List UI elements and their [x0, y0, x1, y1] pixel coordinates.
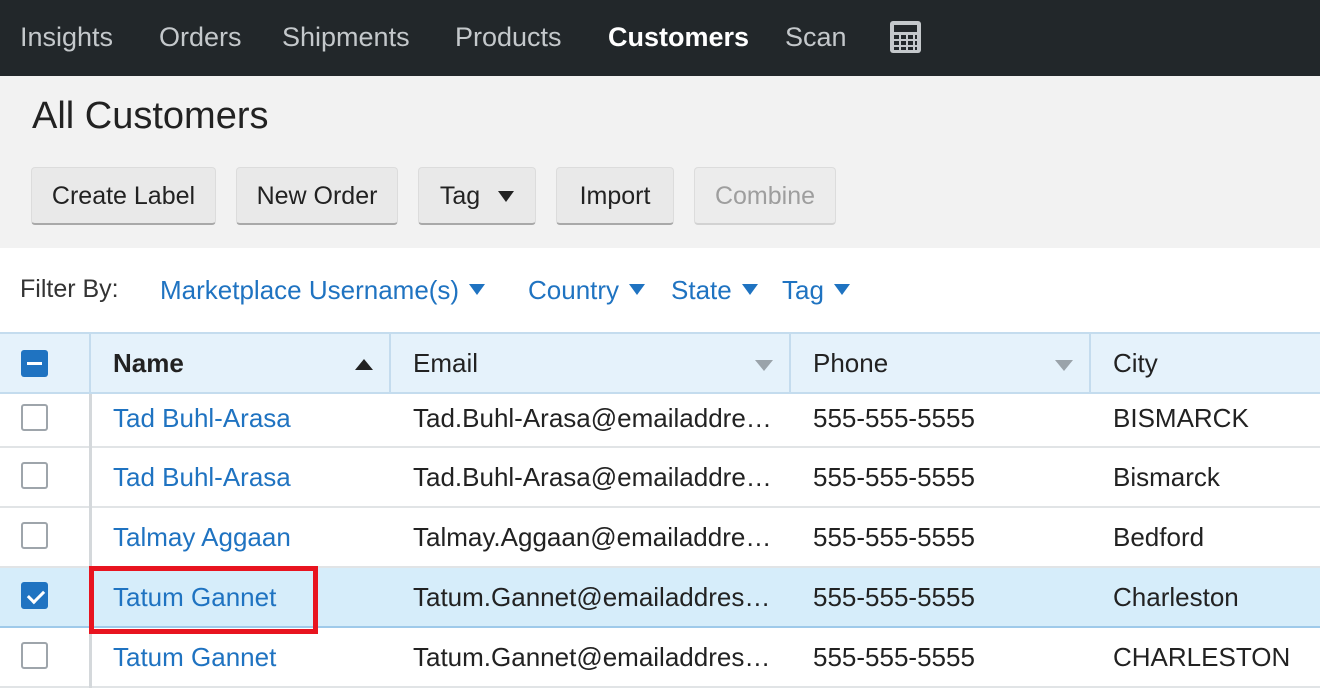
tag-dropdown-button[interactable]: Tag	[418, 167, 536, 225]
nav-products[interactable]: Products	[455, 0, 562, 76]
filter-label: Filter By:	[20, 275, 119, 303]
highlight-annotation	[89, 566, 318, 634]
top-nav: Insights Orders Shipments Products Custo…	[0, 0, 1320, 76]
column-divider	[1089, 334, 1091, 392]
calculator-icon[interactable]	[889, 20, 922, 54]
create-label-button[interactable]: Create Label	[31, 167, 216, 225]
sort-icon[interactable]	[755, 360, 773, 371]
filter-state-label: State	[671, 275, 732, 305]
column-header-name[interactable]: Name	[113, 334, 184, 392]
chevron-down-icon	[498, 191, 515, 202]
page-title: All Customers	[32, 95, 269, 137]
nav-scan[interactable]: Scan	[785, 0, 847, 76]
customer-phone: 555-555-5555	[813, 642, 975, 672]
chevron-down-icon	[833, 284, 850, 295]
nav-orders[interactable]: Orders	[159, 0, 242, 76]
column-divider	[389, 334, 391, 392]
column-header-city[interactable]: City	[1113, 334, 1158, 392]
table-row[interactable]: Tatum Gannet Tatum.Gannet@emailaddress.c…	[0, 628, 1320, 688]
new-order-button[interactable]: New Order	[236, 167, 398, 225]
nav-shipments[interactable]: Shipments	[282, 0, 410, 76]
customer-phone: 555-555-5555	[813, 522, 975, 552]
customer-city: CHARLESTON	[1113, 642, 1291, 672]
filter-country-label: Country	[528, 275, 620, 305]
chevron-down-icon	[469, 284, 486, 295]
combine-button: Combine	[694, 167, 836, 225]
customer-phone: 555-555-5555	[813, 462, 975, 492]
customer-city: Charleston	[1113, 582, 1239, 612]
column-header-phone[interactable]: Phone	[813, 334, 888, 392]
table-row[interactable]: Tad Buhl-Arasa Tad.Buhl-Arasa@emailaddre…	[0, 448, 1320, 508]
column-divider	[789, 334, 791, 392]
customer-name-link[interactable]: Tatum Gannet	[113, 628, 276, 686]
customer-email: Tad.Buhl-Arasa@emailaddress.com	[413, 403, 773, 433]
row-checkbox[interactable]	[21, 642, 48, 669]
customer-name-link[interactable]: Tad Buhl-Arasa	[113, 448, 291, 506]
customer-email: Tatum.Gannet@emailaddress.com	[413, 582, 773, 612]
row-checkbox[interactable]	[21, 404, 48, 431]
customer-name-link[interactable]: Talmay Aggaan	[113, 508, 291, 566]
table-row[interactable]: Tad Buhl-Arasa Tad.Buhl-Arasa@emailaddre…	[0, 394, 1320, 448]
customer-name-link[interactable]: Tad Buhl-Arasa	[113, 394, 291, 442]
row-checkbox[interactable]	[21, 462, 48, 489]
row-checkbox-checked[interactable]	[21, 582, 48, 609]
table-header: Name Email Phone City	[0, 332, 1320, 394]
filter-tag[interactable]: Tag	[782, 275, 850, 306]
nav-insights[interactable]: Insights	[20, 0, 113, 76]
select-all-checkbox[interactable]	[21, 350, 48, 377]
import-button[interactable]: Import	[556, 167, 674, 225]
column-header-email[interactable]: Email	[413, 334, 478, 392]
customer-city: Bismarck	[1113, 462, 1220, 492]
filter-state[interactable]: State	[671, 275, 758, 306]
customer-email: Tatum.Gannet@emailaddress.com	[413, 642, 773, 672]
column-divider	[89, 394, 92, 688]
nav-customers[interactable]: Customers	[608, 0, 749, 76]
customer-phone: 555-555-5555	[813, 403, 975, 433]
filter-tag-label: Tag	[782, 275, 824, 305]
filter-country[interactable]: Country	[528, 275, 646, 306]
table-row[interactable]: Talmay Aggaan Talmay.Aggaan@emailaddress…	[0, 508, 1320, 568]
customer-email: Talmay.Aggaan@emailaddress.com	[413, 522, 773, 552]
filter-marketplace-label: Marketplace Username(s)	[160, 275, 460, 305]
customer-city: BISMARCK	[1113, 403, 1249, 433]
customer-city: Bedford	[1113, 522, 1205, 552]
sort-ascending-icon[interactable]	[355, 359, 373, 370]
row-checkbox[interactable]	[21, 522, 48, 549]
column-divider	[89, 334, 91, 392]
filter-marketplace-username[interactable]: Marketplace Username(s)	[160, 275, 486, 306]
customer-phone: 555-555-5555	[813, 582, 975, 612]
sort-icon[interactable]	[1055, 360, 1073, 371]
customer-email: Tad.Buhl-Arasa@emailaddress.com	[413, 462, 773, 492]
chevron-down-icon	[629, 284, 646, 295]
chevron-down-icon	[741, 284, 758, 295]
tag-button-label: Tag	[439, 182, 481, 210]
